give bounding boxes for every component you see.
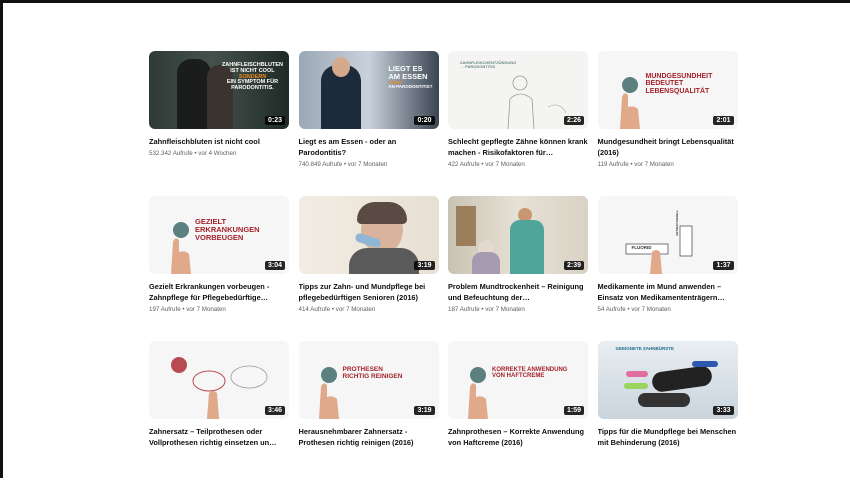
video-duration: 3:33: [713, 406, 734, 415]
video-title[interactable]: Liegt es am Essen - oder an Parodontitis…: [299, 136, 439, 158]
video-meta: 532.342 Aufrufe • vor 4 Wochen: [149, 150, 237, 157]
video-thumbnail[interactable]: MUNDGESUNDHEIT BEDEUTET LEBENSQUALITÄT 2…: [597, 51, 738, 129]
video-thumbnail[interactable]: 3:19: [298, 196, 439, 274]
thumbnail-text: VORBEUGEN: [195, 232, 244, 242]
video-duration: 3:46: [264, 406, 285, 415]
video-card[interactable]: GEEIGNETE ZAHNBÜRSTE 3:33 Tipps für die …: [597, 341, 738, 486]
video-title[interactable]: Tipps zur Zahn- und Mundpflege bei pfleg…: [299, 281, 439, 303]
page-frame: ZAHNFLEISCHBLUTEN IST NICHT COOL SONDERN…: [0, 0, 850, 478]
video-card[interactable]: KORREKTE ANWENDUNG VON HAFTCREME 1:59 Za…: [448, 341, 588, 486]
video-duration: 0:20: [414, 116, 435, 125]
video-title[interactable]: Zahnersatz – Teilprothesen oder Vollprot…: [149, 426, 289, 448]
thumbnail-text: ANTIBAKTERIELL: [674, 210, 679, 236]
video-title[interactable]: Mundgesundheit bringt Lebensqualität (20…: [598, 136, 738, 158]
video-duration: 2:39: [563, 261, 584, 270]
video-title[interactable]: Gezielt Erkrankungen vorbeugen - Zahnpfl…: [149, 281, 289, 303]
video-meta: 740.849 Aufrufe • vor 7 Monaten: [298, 161, 388, 168]
video-thumbnail[interactable]: 2:39: [448, 196, 588, 274]
video-title[interactable]: Tipps für die Mundpflege bei Menschen mi…: [598, 426, 738, 448]
video-title[interactable]: Medikamente im Mund anwenden – Einsatz v…: [598, 281, 738, 303]
video-duration: 2:01: [713, 116, 734, 125]
video-card[interactable]: MUNDGESUNDHEIT BEDEUTET LEBENSQUALITÄT 2…: [597, 51, 738, 196]
video-card[interactable]: ZAHNFLEISCHBLUTEN IST NICHT COOL SONDERN…: [149, 51, 289, 196]
video-card[interactable]: PROTHESEN RICHTIG REINIGEN 3:19 Herausne…: [298, 341, 439, 486]
video-card[interactable]: 3:19 Tipps zur Zahn- und Mundpflege bei …: [298, 196, 439, 341]
video-duration: 0:23: [264, 116, 285, 125]
video-thumbnail[interactable]: ZAHNFLEISCHBLUTEN IST NICHT COOL SONDERN…: [149, 51, 289, 129]
thumbnail-text: PARODONTITIS.: [231, 85, 274, 92]
video-card[interactable]: FLUORID ANTIBAKTERIELL 1:37 Medikamente …: [597, 196, 738, 341]
video-thumbnail[interactable]: GEEIGNETE ZAHNBÜRSTE 3:33: [597, 341, 738, 419]
video-thumbnail[interactable]: 3:46: [149, 341, 289, 419]
thumbnail-text: FLUORID: [631, 245, 652, 250]
video-title[interactable]: Zahnprothesen – Korrekte Anwendung von H…: [448, 426, 588, 448]
video-thumbnail[interactable]: FLUORID ANTIBAKTERIELL 1:37: [597, 196, 738, 274]
video-grid: ZAHNFLEISCHBLUTEN IST NICHT COOL SONDERN…: [149, 51, 738, 486]
thumbnail-text: VON HAFTCREME: [492, 373, 545, 380]
video-duration: 1:59: [563, 406, 584, 415]
video-thumbnail[interactable]: ZAHNFLEISCHENTZÜNDUNG → PARODONTITIS 2:2…: [448, 51, 588, 129]
video-card[interactable]: GEZIELT ERKRANKUNGEN VORBEUGEN 3:04 Gezi…: [149, 196, 289, 341]
thumbnail-text: GEEIGNETE ZAHNBÜRSTE: [615, 346, 675, 351]
thumbnail-text: RICHTIG REINIGEN: [342, 372, 403, 380]
video-duration: 3:19: [414, 406, 435, 415]
video-duration: 3:19: [414, 261, 435, 270]
video-duration: 2:26: [563, 116, 584, 125]
video-card[interactable]: LIEGT ES AM ESSEN ODER AN PARODONTITIS? …: [298, 51, 439, 196]
video-thumbnail[interactable]: GEZIELT ERKRANKUNGEN VORBEUGEN 3:04: [149, 196, 289, 274]
video-thumbnail[interactable]: KORREKTE ANWENDUNG VON HAFTCREME 1:59: [448, 341, 588, 419]
video-meta: 187 Aufrufe • vor 7 Monaten: [448, 306, 525, 313]
video-card[interactable]: ZAHNFLEISCHENTZÜNDUNG → PARODONTITIS 2:2…: [448, 51, 588, 196]
video-card[interactable]: 2:39 Problem Mundtrockenheit – Reinigung…: [448, 196, 588, 341]
thumbnail-text: BEDEUTET: [645, 80, 684, 88]
video-duration: 1:37: [713, 261, 734, 270]
video-thumbnail[interactable]: PROTHESEN RICHTIG REINIGEN 3:19: [298, 341, 439, 419]
video-meta: 414 Aufrufe • vor 7 Monaten: [298, 306, 376, 313]
video-title[interactable]: Schlecht gepflegte Zähne können krank ma…: [448, 136, 588, 158]
thumbnail-text: LEBENSQUALITÄT: [645, 87, 710, 95]
video-meta: 54 Aufrufe • vor 7 Monaten: [597, 306, 671, 313]
video-thumbnail[interactable]: LIEGT ES AM ESSEN ODER AN PARODONTITIS? …: [298, 51, 439, 129]
video-title[interactable]: Problem Mundtrockenheit – Reinigung und …: [448, 281, 588, 303]
video-meta: 422 Aufrufe • vor 7 Monaten: [448, 161, 525, 168]
video-meta: 197 Aufrufe • vor 7 Monaten: [149, 306, 226, 313]
video-duration: 3:04: [264, 261, 285, 270]
thumbnail-text: MUNDGESUNDHEIT: [645, 73, 713, 80]
video-meta: 119 Aufrufe • vor 7 Monaten: [597, 161, 674, 168]
video-title[interactable]: Herausnehmbarer Zahnersatz - Prothesen r…: [299, 426, 439, 448]
video-card[interactable]: 3:46 Zahnersatz – Teilprothesen oder Vol…: [149, 341, 289, 486]
video-title[interactable]: Zahnfleischbluten ist nicht cool: [149, 136, 289, 147]
thumbnail-text: AN PARODONTITIS?: [388, 84, 433, 90]
